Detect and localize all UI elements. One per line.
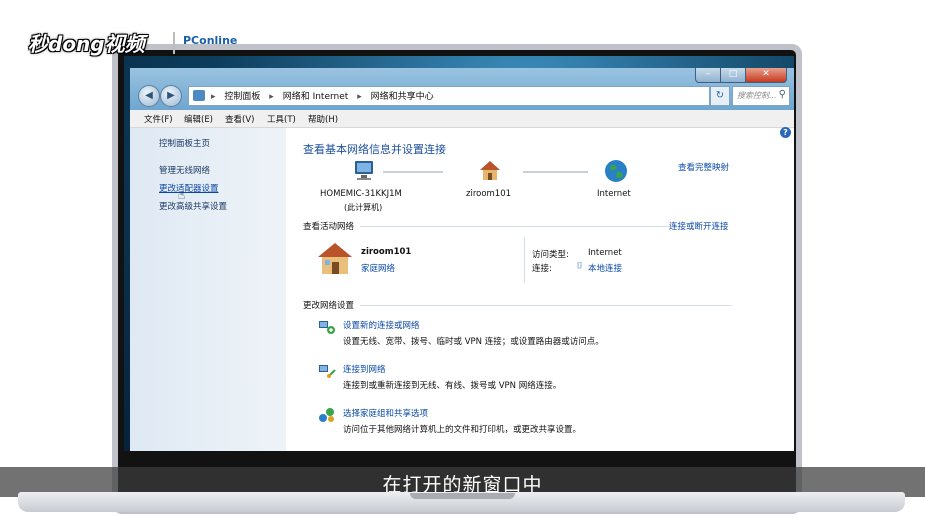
sidebar: 控制面板主页 管理无线网络 更改适配器设置 更改高级共享设置 (130, 128, 286, 451)
connect-disconnect-link[interactable]: 连接或断开连接 (669, 220, 729, 232)
back-button[interactable]: ◀ (138, 85, 160, 107)
task-connect-network-link[interactable]: 连接到网络 (343, 363, 386, 375)
network-sharing-center-window: – □ ✕ ◀ ▶ ▸ 控制面板 ▸ 网络和 Internet ▸ 网络和共享中… (130, 68, 794, 451)
sidebar-item-change-adapter[interactable]: 更改适配器设置 (159, 182, 219, 194)
page-title: 查看基本网络信息并设置连接 (303, 143, 446, 156)
network-type-link[interactable]: 家庭网络 (361, 262, 395, 274)
address-bar[interactable]: ▸ 控制面板 ▸ 网络和 Internet ▸ 网络和共享中心 ▼ (188, 86, 754, 106)
maximize-button[interactable]: □ (720, 68, 746, 83)
connection-line (383, 171, 443, 173)
task-homegroup-desc: 访问位于其他网络计算机上的文件和打印机，或更改共享设置。 (343, 425, 582, 435)
menu-help[interactable]: 帮助(H) (308, 113, 338, 125)
node-computer-name: HOMEMIC-31KKJ1M (320, 189, 402, 199)
laptop-notch (410, 493, 515, 499)
breadcrumb-network-internet[interactable]: 网络和 Internet (283, 92, 349, 102)
access-type-value: Internet (588, 248, 622, 258)
setup-connection-icon (319, 321, 335, 334)
home-network-large-icon (318, 243, 352, 274)
divider (360, 305, 732, 306)
node-internet-name[interactable]: Internet (597, 189, 631, 199)
search-input[interactable]: 搜索控制... ⚲ (732, 86, 790, 106)
active-networks-header: 查看活动网络 (303, 222, 355, 232)
connection-label: 连接: (532, 264, 552, 274)
vertical-divider (524, 237, 525, 283)
node-network-name[interactable]: ziroom101 (466, 189, 511, 199)
menu-bar: 文件(F) 编辑(E) 查看(V) 工具(T) 帮助(H) (130, 110, 794, 128)
breadcrumb-control-panel[interactable]: 控制面板 (224, 92, 260, 102)
menu-edit[interactable]: 编辑(E) (184, 113, 213, 125)
active-network-name: ziroom101 (361, 247, 412, 257)
forward-button[interactable]: ▶ (160, 85, 182, 107)
view-full-map-link[interactable]: 查看完整映射 (678, 161, 729, 173)
search-placeholder: 搜索控制... (737, 91, 777, 100)
task-setup-connection-desc: 设置无线、宽带、拨号、临时或 VPN 连接；或设置路由器或访问点。 (343, 337, 604, 347)
breadcrumb-network-sharing-center[interactable]: 网络和共享中心 (371, 92, 434, 102)
connect-network-icon (319, 365, 336, 378)
homegroup-icon (319, 408, 334, 422)
close-button[interactable]: ✕ (745, 68, 787, 83)
globe-icon (605, 160, 627, 182)
computer-icon (355, 161, 373, 180)
task-setup-connection-link[interactable]: 设置新的连接或网络 (343, 319, 420, 331)
watermark-logo: 秒dong视频 (28, 32, 145, 56)
partner-logo: PConline (183, 34, 238, 47)
access-type-label: 访问类型: (532, 250, 569, 260)
refresh-button[interactable]: ↻ (710, 86, 730, 106)
sidebar-item-manage-wireless[interactable]: 管理无线网络 (159, 164, 210, 176)
local-connection-link[interactable]: 本地连接 (588, 262, 622, 274)
sidebar-item-home[interactable]: 控制面板主页 (159, 137, 210, 149)
task-homegroup-link[interactable]: 选择家庭组和共享选项 (343, 407, 428, 419)
menu-tools[interactable]: 工具(T) (267, 113, 296, 125)
hand-cursor-icon: ☝ (178, 188, 186, 202)
node-computer-sub: (此计算机) (344, 203, 383, 212)
divider (360, 226, 670, 227)
search-icon[interactable]: ⚲ (779, 89, 786, 100)
task-connect-network-desc: 连接到或重新连接到无线、有线、拨号或 VPN 网络连接。 (343, 381, 562, 391)
sidebar-item-advanced-sharing[interactable]: 更改高级共享设置 (159, 200, 227, 212)
menu-view[interactable]: 查看(V) (225, 113, 254, 125)
ethernet-icon: ⌷ (577, 261, 583, 271)
help-icon[interactable]: ? (780, 127, 791, 138)
connection-line (523, 171, 588, 173)
home-network-icon (480, 161, 500, 180)
control-panel-icon (193, 90, 205, 101)
minimize-button[interactable]: – (695, 68, 721, 83)
menu-file[interactable]: 文件(F) (144, 113, 173, 125)
logo-divider (173, 32, 175, 54)
change-settings-header: 更改网络设置 (303, 301, 355, 311)
